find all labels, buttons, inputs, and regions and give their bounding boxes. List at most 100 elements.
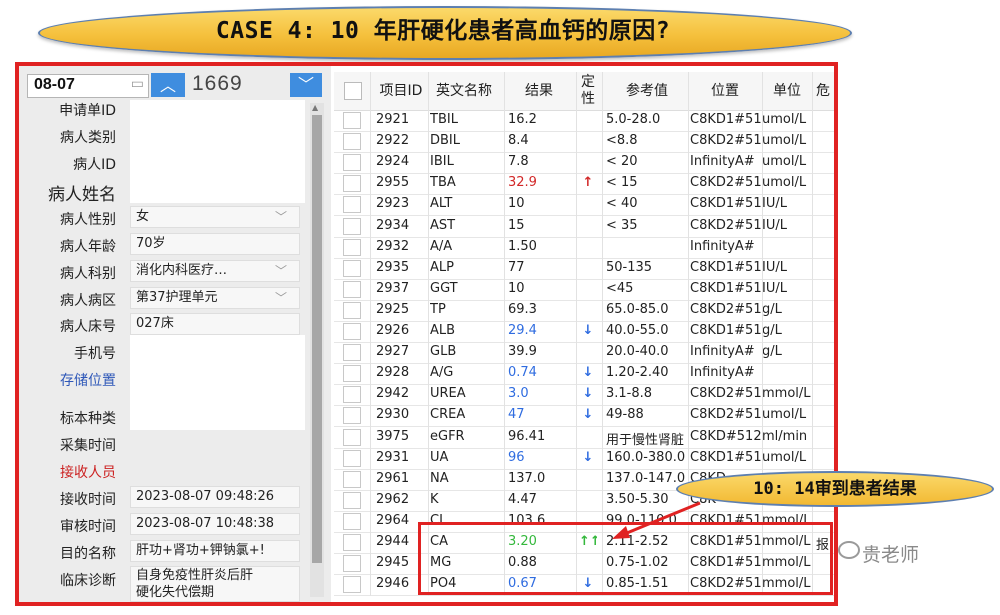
- department-select[interactable]: 消化内科医疗… ﹀: [130, 260, 300, 282]
- cell-result: 32.9: [508, 175, 537, 191]
- diagnosis-field[interactable]: 自身免疫性肝炎后肝 硬化失代偿期: [130, 566, 300, 602]
- row-checkbox[interactable]: [343, 344, 361, 362]
- scrollbar-thumb[interactable]: [312, 115, 322, 563]
- select-all-checkbox[interactable]: [344, 82, 362, 100]
- header-unit[interactable]: 单位: [762, 72, 812, 110]
- cell-english-name: ALB: [430, 323, 456, 338]
- receive-time-field[interactable]: 2023-08-07 09:48:26: [130, 486, 300, 508]
- cell-result: 8.4: [508, 133, 529, 149]
- table-row[interactable]: 2935 ALP 77 50-135 C8KD1#51 IU/L: [334, 258, 834, 280]
- table-row[interactable]: 3975 eGFR 96.41 用于慢性肾脏 C8KD#512 ml/min: [334, 427, 834, 449]
- table-row[interactable]: 2932 A/A 1.50 InfinityA#: [334, 237, 834, 259]
- label-receive-time: 接收时间: [60, 492, 116, 508]
- table-row[interactable]: 2942 UREA 3.0 ↓ 3.1-8.8 C8KD2#51 mmol/L: [334, 384, 834, 407]
- row-checkbox[interactable]: [343, 512, 361, 530]
- table-row[interactable]: 2937 GGT 10 <45 C8KD1#51 IU/L: [334, 279, 834, 301]
- cell-unit: IU/L: [762, 280, 787, 296]
- table-row[interactable]: 2924 IBIL 7.8 < 20 InfinityA# umol/L: [334, 152, 834, 175]
- row-checkbox[interactable]: [343, 259, 361, 277]
- arrow-head: [612, 526, 630, 539]
- row-checkbox[interactable]: [343, 491, 361, 509]
- cell-english-name: UA: [430, 449, 449, 465]
- label-patient-type: 病人类别: [60, 130, 116, 146]
- cell-position: C8KD1#51: [690, 449, 762, 465]
- row-checkbox[interactable]: [343, 196, 361, 214]
- row-checkbox[interactable]: [343, 365, 361, 383]
- table-row[interactable]: 2934 AST 15 < 35 C8KD2#51 IU/L: [334, 216, 834, 238]
- row-checkbox[interactable]: [343, 154, 361, 172]
- cell-english-name: AST: [430, 217, 456, 233]
- purpose-field[interactable]: 肝功+肾功+钾钠氯+!: [130, 540, 300, 562]
- header-danger[interactable]: 危: [814, 72, 832, 110]
- table-row[interactable]: 2955 TBA 32.9 ↑ < 15 C8KD2#51 umol/L: [334, 173, 834, 196]
- table-row[interactable]: 2923 ALT 10 < 40 C8KD1#51 IU/L: [334, 194, 834, 217]
- cell-result: 77: [508, 259, 525, 275]
- age-field[interactable]: 70岁: [130, 233, 300, 255]
- cell-english-name: IBIL: [430, 154, 454, 170]
- grid-line: [762, 72, 763, 596]
- table-row[interactable]: 2928 A/G 0.74 ↓ 1.20-2.40 InfinityA#: [334, 363, 834, 386]
- cell-english-name: TP: [430, 301, 446, 317]
- table-row[interactable]: 2926 ALB 29.4 ↓ 40.0-55.0 C8KD1#51 g/L: [334, 321, 834, 343]
- cell-reference: 160.0-380.0: [606, 449, 686, 465]
- cell-item-id: 2945: [376, 555, 410, 571]
- cell-english-name: ALT: [430, 196, 453, 212]
- row-checkbox[interactable]: [343, 470, 361, 488]
- row-checkbox[interactable]: [343, 386, 361, 404]
- cell-position: C8KD2#51: [690, 301, 762, 317]
- phone-storage-fields-area[interactable]: [130, 335, 305, 430]
- left-scrollbar[interactable]: ▲: [310, 103, 324, 597]
- row-checkbox[interactable]: [343, 301, 361, 319]
- header-result[interactable]: 结果: [508, 72, 570, 110]
- row-checkbox[interactable]: [343, 449, 361, 467]
- row-checkbox[interactable]: [343, 112, 361, 129]
- date-picker[interactable]: 08-07 ▭: [27, 74, 149, 98]
- table-row[interactable]: 2925 TP 69.3 65.0-85.0 C8KD2#51 g/L: [334, 300, 834, 322]
- scroll-up-icon[interactable]: ▲: [312, 103, 318, 112]
- cell-reference: <45: [606, 280, 634, 296]
- cell-unit: umol/L: [762, 154, 807, 170]
- row-checkbox[interactable]: [343, 238, 361, 256]
- row-checkbox[interactable]: [343, 323, 361, 340]
- cell-unit: ml/min: [762, 428, 808, 444]
- row-checkbox[interactable]: [343, 280, 361, 298]
- date-value: 08-07: [34, 76, 75, 93]
- row-checkbox[interactable]: [343, 428, 361, 446]
- review-time-field[interactable]: 2023-08-07 10:48:38: [130, 513, 300, 535]
- table-row[interactable]: 2927 GLB 39.9 20.0-40.0 InfinityA# g/L: [334, 342, 834, 365]
- header-id[interactable]: 项目ID: [376, 72, 426, 110]
- calendar-icon[interactable]: ▭: [131, 76, 144, 92]
- patient-id-fields-area[interactable]: [130, 100, 305, 203]
- previous-sample-button[interactable]: ︿: [151, 73, 185, 97]
- next-sample-button[interactable]: ﹀: [290, 73, 322, 97]
- row-checkbox[interactable]: [343, 217, 361, 235]
- header-reference[interactable]: 参考值: [606, 72, 688, 110]
- cell-result: 3.0: [508, 386, 529, 402]
- cell-flag: ↓: [582, 386, 594, 402]
- row-checkbox[interactable]: [343, 534, 361, 551]
- cell-unit: umol/L: [762, 112, 807, 127]
- row-checkbox[interactable]: [343, 555, 361, 573]
- cell-result: 4.47: [508, 491, 537, 507]
- row-checkbox[interactable]: [343, 407, 361, 425]
- row-checkbox[interactable]: [343, 175, 361, 193]
- row-checkbox[interactable]: [343, 576, 361, 594]
- sex-value: 女: [136, 209, 150, 224]
- table-row[interactable]: 2931 UA 96 ↓ 160.0-380.0 C8KD1#51 umol/L: [334, 448, 834, 470]
- table-row[interactable]: 2921 TBIL 16.2 5.0-28.0 C8KD1#51 umol/L: [334, 110, 834, 132]
- cell-unit: umol/L: [762, 175, 807, 191]
- cell-item-id: 2926: [376, 323, 410, 338]
- table-row[interactable]: 2922 DBIL 8.4 <8.8 C8KD2#51 umol/L: [334, 131, 834, 154]
- header-qualitative[interactable]: 定 性: [574, 72, 602, 112]
- storage-location-link[interactable]: 存储位置: [6, 370, 116, 390]
- ward-select[interactable]: 第37护理单元 ﹀: [130, 287, 300, 309]
- header-position[interactable]: 位置: [690, 72, 760, 110]
- cell-unit: g/L: [762, 301, 782, 317]
- cell-reference: <8.8: [606, 133, 638, 149]
- row-checkbox[interactable]: [343, 133, 361, 151]
- grid-line: [812, 72, 813, 596]
- header-english-name[interactable]: 英文名称: [428, 72, 500, 110]
- bed-field[interactable]: 027床: [130, 313, 300, 335]
- table-row[interactable]: 2930 CREA 47 ↓ 49-88 C8KD2#51 umol/L: [334, 405, 834, 428]
- sex-select[interactable]: 女 ﹀: [130, 206, 300, 228]
